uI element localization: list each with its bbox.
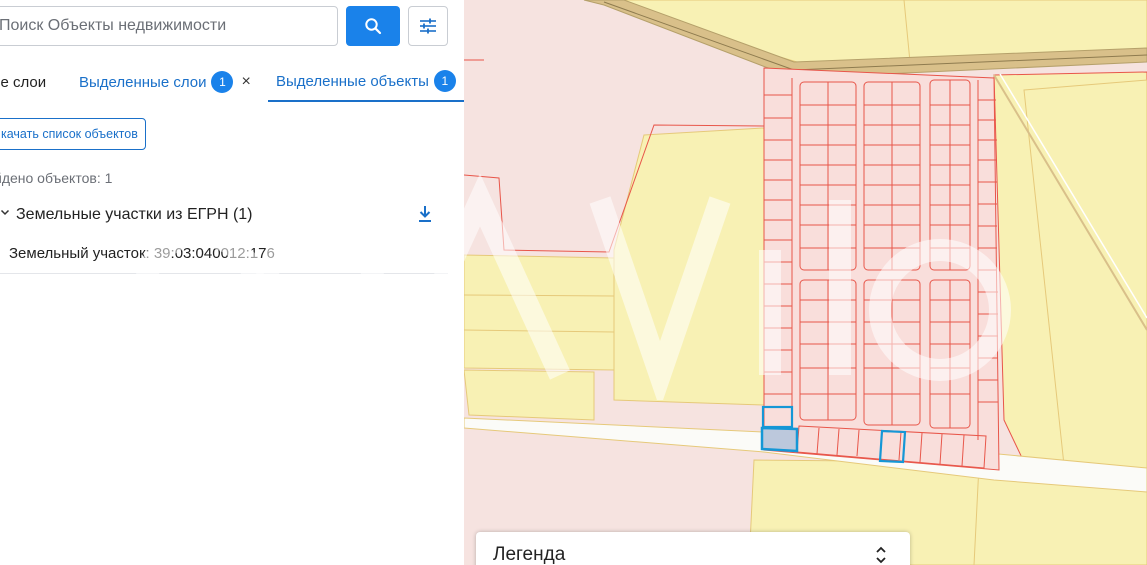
- download-object-list-button[interactable]: качать список объектов: [0, 118, 146, 150]
- selected-objects-count-badge: 1: [433, 70, 456, 92]
- side-panel: се слои Выделенные слои 1 × Выделенные о…: [0, 0, 464, 565]
- legend-title: Легенда: [493, 544, 566, 565]
- tab-all-layers-label: се слои: [0, 73, 47, 91]
- selected-layers-count-badge: 1: [211, 71, 234, 93]
- list-item[interactable]: Земельный участок: 39:03:040012:176: [0, 236, 448, 274]
- tab-selected-layers[interactable]: Выделенные слои 1 ×: [79, 62, 251, 102]
- tab-all-layers[interactable]: се слои: [0, 62, 46, 102]
- search-icon: [365, 18, 382, 35]
- found-count-text: йдено объектов: 1: [0, 170, 113, 186]
- cadastral-map[interactable]: [464, 0, 1147, 565]
- filter-button[interactable]: [408, 6, 448, 46]
- selected-parcel-39-03-040012-176[interactable]: [760, 426, 799, 453]
- expand-collapse-icon[interactable]: [874, 544, 888, 565]
- clear-selected-layers-button[interactable]: ×: [241, 73, 250, 91]
- result-group-land-plots[interactable]: Земельные участки из ЕГРН (1): [0, 200, 448, 230]
- map-canvas[interactable]: [464, 0, 1147, 565]
- search-input[interactable]: [0, 6, 338, 46]
- legend-panel[interactable]: Легенда: [476, 532, 910, 565]
- result-group-title: Земельные участки из ЕГРН (1): [16, 206, 253, 223]
- search-button[interactable]: [346, 6, 400, 46]
- tab-selected-objects-label: Выделенные объекты: [276, 72, 429, 90]
- chevron-down-icon[interactable]: [0, 207, 10, 217]
- object-label: Земельный участок: 39:03:040012:176: [9, 245, 275, 262]
- sliders-icon: [420, 18, 436, 34]
- tab-selected-objects[interactable]: Выделенные объекты 1: [268, 62, 464, 102]
- download-icon[interactable]: [416, 204, 434, 224]
- tab-selected-layers-label: Выделенные слои: [79, 73, 207, 91]
- tab-bar: се слои Выделенные слои 1 × Выделенные о…: [0, 62, 464, 102]
